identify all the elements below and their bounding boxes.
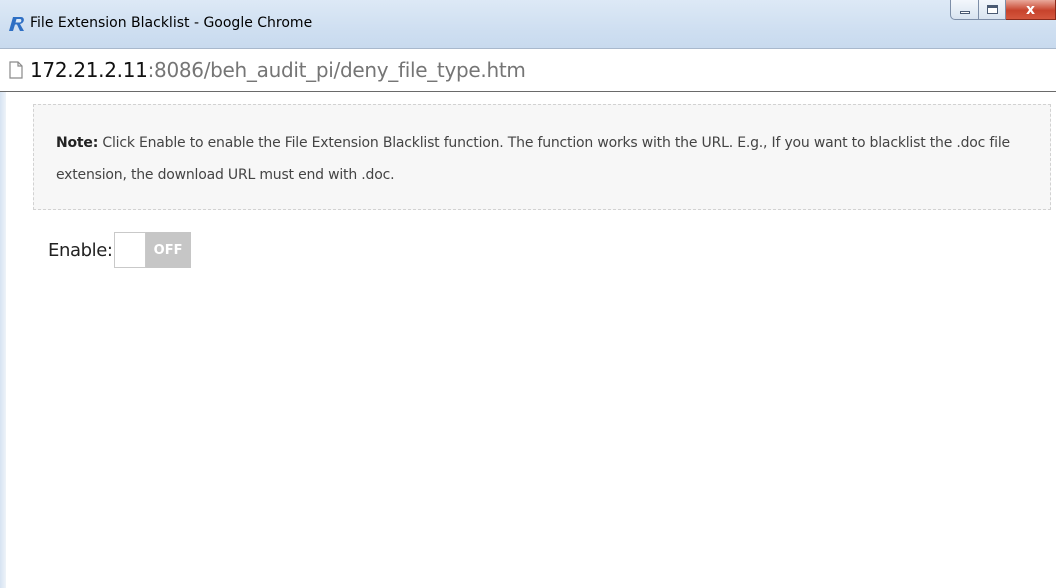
toggle-knob[interactable] — [113, 232, 146, 268]
window-controls: x — [950, 0, 1056, 26]
url-text[interactable]: 172.21.2.11:8086/beh_audit_pi/deny_file_… — [30, 58, 526, 82]
close-button[interactable]: x — [1006, 0, 1056, 20]
note-text: Note: Click Enable to enable the File Ex… — [56, 127, 1030, 191]
maximize-button[interactable] — [979, 0, 1006, 20]
r-logo-icon — [9, 17, 24, 31]
minimize-icon — [959, 10, 970, 14]
window-title-bar[interactable]: File Extension Blacklist - Google Chrome… — [0, 0, 1056, 48]
url-path: :8086/beh_audit_pi/deny_file_type.htm — [147, 58, 526, 82]
maximize-icon — [986, 5, 998, 14]
close-icon: x — [1025, 1, 1036, 18]
note-body: Click Enable to enable the File Extensio… — [56, 135, 1010, 183]
page-icon — [9, 61, 23, 79]
enable-toggle[interactable]: OFF — [113, 232, 191, 268]
window-title: File Extension Blacklist - Google Chrome — [30, 15, 313, 31]
url-host: 172.21.2.11 — [30, 58, 148, 82]
toggle-state-label: OFF — [145, 232, 191, 268]
address-bar[interactable]: 172.21.2.11:8086/beh_audit_pi/deny_file_… — [0, 48, 1056, 92]
enable-row: Enable: OFF — [48, 232, 191, 268]
enable-label: Enable: — [48, 239, 113, 261]
minimize-button[interactable] — [950, 0, 979, 20]
note-label: Note: — [56, 135, 99, 151]
note-box: Note: Click Enable to enable the File Ex… — [33, 104, 1051, 210]
